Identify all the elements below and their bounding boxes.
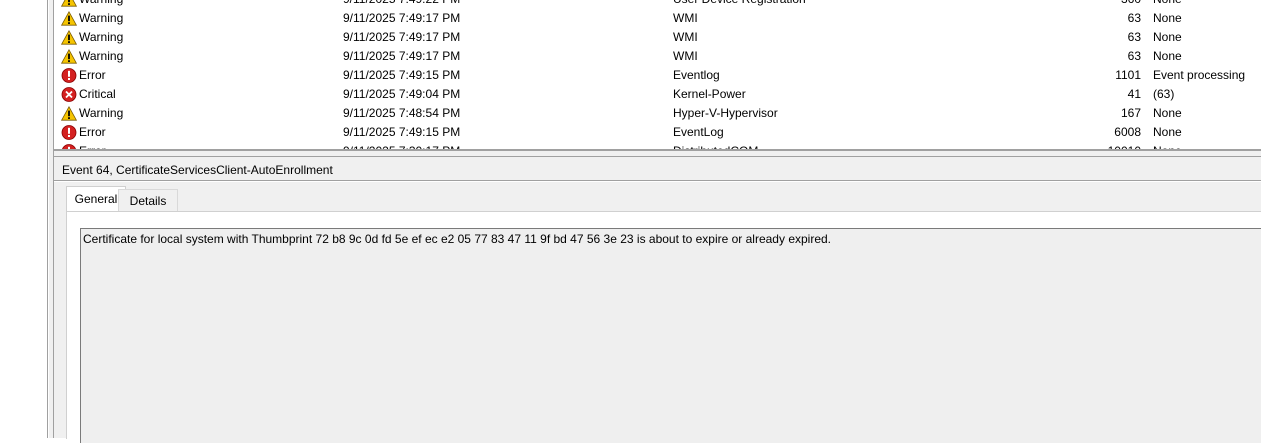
event-category: None: [1153, 49, 1182, 63]
event-row[interactable]: Warning 9/11/2025 7:48:54 PM Hyper-V-Hyper…: [54, 104, 1261, 123]
left-margin: [0, 0, 48, 438]
frame-border-left: [47, 0, 48, 438]
event-id: 1101: [1115, 68, 1141, 82]
event-source: WMI: [673, 49, 698, 63]
event-level: Error: [79, 68, 106, 82]
warning-icon: [60, 10, 78, 26]
event-level: Error: [79, 125, 106, 139]
tab-general[interactable]: General: [66, 186, 126, 211]
event-date: 9/11/2025 7:49:04 PM: [343, 87, 461, 101]
event-date: 9/11/2025 7:49:15 PM: [343, 68, 461, 82]
general-tab-panel: Certificate for local system with Thumbp…: [66, 211, 1261, 443]
event-source: User Device Registration: [673, 0, 806, 9]
event-source: Hyper-V-Hypervisor: [673, 106, 778, 120]
event-id: 63: [1127, 11, 1141, 25]
event-details-title: Event 64, CertificateServicesClient-Auto…: [62, 163, 333, 177]
event-row[interactable]: Warning 9/11/2025 7:49:22 PM User Device R…: [54, 0, 1261, 9]
event-date: 9/11/2025 7:49:17 PM: [343, 49, 461, 63]
critical-icon: [61, 87, 77, 102]
title-divider-highlight: [54, 181, 1261, 182]
event-id: 360: [1094, 0, 1141, 9]
event-id: 167: [1120, 106, 1141, 120]
event-row[interactable]: Critical 9/11/2025 7:49:04 PM Kernel-Power…: [54, 85, 1261, 104]
event-date: 9/11/2025 7:49:17 PM: [343, 11, 461, 25]
event-source: WMI: [673, 11, 698, 25]
event-row[interactable]: Warning 9/11/2025 7:49:17 PM WMI 63 None: [54, 47, 1261, 66]
event-id: 6008: [1114, 125, 1141, 139]
event-date: 9/11/2025 7:48:54 PM: [343, 106, 461, 120]
event-source: EventLog: [673, 125, 724, 139]
event-description-box[interactable]: Certificate for local system with Thumbp…: [80, 228, 1261, 443]
event-id: 41: [1127, 87, 1141, 101]
event-details-pane: Event 64, CertificateServicesClient-Auto…: [54, 157, 1261, 443]
event-category: None: [1153, 30, 1182, 44]
event-row[interactable]: Error 9/11/2025 7:49:15 PM EventLog 6008 Non…: [54, 123, 1261, 142]
error-icon: [61, 68, 77, 83]
event-level: Warning: [79, 106, 124, 120]
event-date: 9/11/2025 7:49:22 PM: [343, 0, 460, 9]
event-list[interactable]: Warning 9/11/2025 7:49:22 PM User Device R…: [54, 0, 1261, 150]
event-source: Eventlog: [673, 68, 720, 82]
event-id: 63: [1127, 30, 1141, 44]
event-category: None: [1153, 106, 1182, 120]
event-row[interactable]: Warning 9/11/2025 7:49:17 PM WMI 63 None: [54, 9, 1261, 28]
warning-icon: [60, 0, 78, 7]
event-level: Warning: [79, 0, 123, 9]
event-level: Warning: [79, 30, 124, 44]
event-category: None: [1153, 125, 1182, 139]
event-date: 9/11/2025 7:49:17 PM: [343, 30, 461, 44]
event-category: None: [1153, 0, 1182, 9]
tab-details[interactable]: Details: [118, 189, 178, 212]
warning-icon: [60, 29, 78, 45]
event-category: Event processing: [1153, 68, 1246, 82]
event-level: Warning: [79, 49, 124, 63]
event-row[interactable]: Error 9/11/2025 7:49:15 PM Eventlog 1101 Eve…: [54, 66, 1261, 85]
event-source: WMI: [673, 30, 698, 44]
event-level: Critical: [79, 87, 116, 101]
event-level: Warning: [79, 11, 124, 25]
event-source: Kernel-Power: [673, 87, 746, 101]
warning-icon: [60, 48, 78, 64]
event-row[interactable]: Warning 9/11/2025 7:49:17 PM WMI 63 None: [54, 28, 1261, 47]
event-id: 63: [1127, 49, 1141, 63]
event-category: (63): [1153, 87, 1175, 101]
error-icon: [61, 125, 77, 140]
event-date: 9/11/2025 7:49:15 PM: [343, 125, 461, 139]
event-description: Certificate for local system with Thumbp…: [83, 232, 832, 246]
event-category: None: [1153, 11, 1182, 25]
warning-icon: [60, 105, 78, 121]
